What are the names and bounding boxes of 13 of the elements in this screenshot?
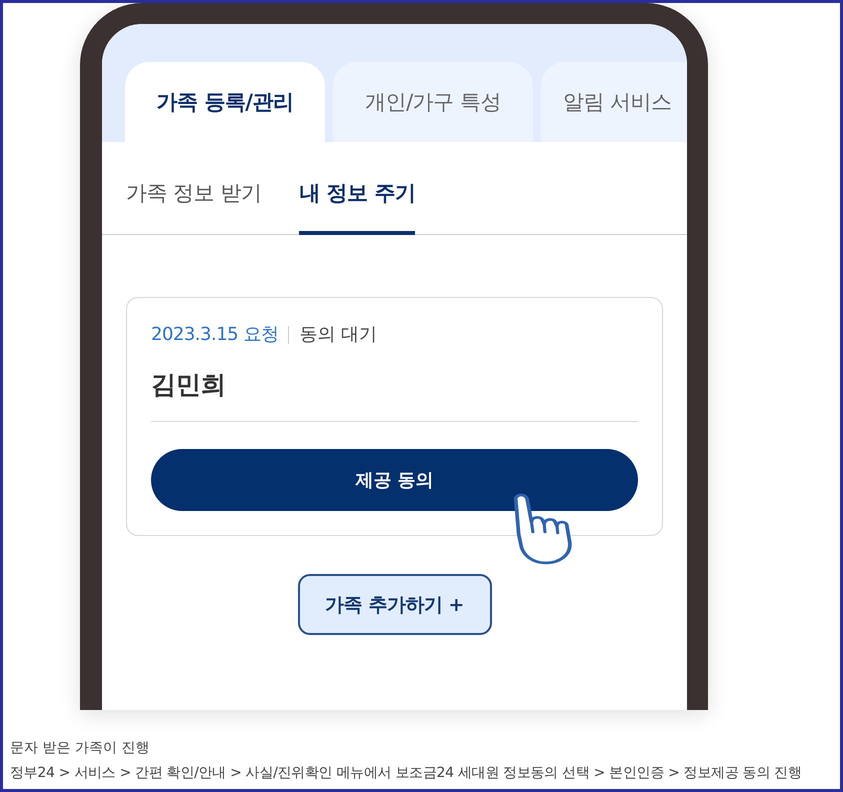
status-text: 동의 대기 xyxy=(299,323,378,347)
tab[interactable]: 가족 등록/관리 xyxy=(125,62,325,142)
subtab[interactable]: 가족 정보 받기 xyxy=(126,142,262,235)
request-date: 2023.3.15 요청 xyxy=(151,323,278,347)
subtab[interactable]: 내 정보 주기 xyxy=(299,142,416,235)
breadcrumb-path: 정부24 > 서비스 > 간편 확인/안내 > 사실/진위확인 메뉴에서 보조금24 세대원 정보동의 선택 > 본인인증 > 정보제공 동의 진행 xyxy=(10,764,803,783)
tab[interactable]: 개인/가구 특성 xyxy=(333,62,533,142)
person-name: 김민희 xyxy=(151,369,227,401)
consent-button[interactable]: 제공 동의 xyxy=(151,449,638,511)
pointing-hand-icon xyxy=(513,492,574,565)
tab[interactable]: 알림 서비스 xyxy=(541,62,687,142)
add-family-button[interactable]: 가족 추가하기 + xyxy=(298,574,492,635)
caption-title: 문자 받은 가족이 진행 xyxy=(10,739,150,758)
